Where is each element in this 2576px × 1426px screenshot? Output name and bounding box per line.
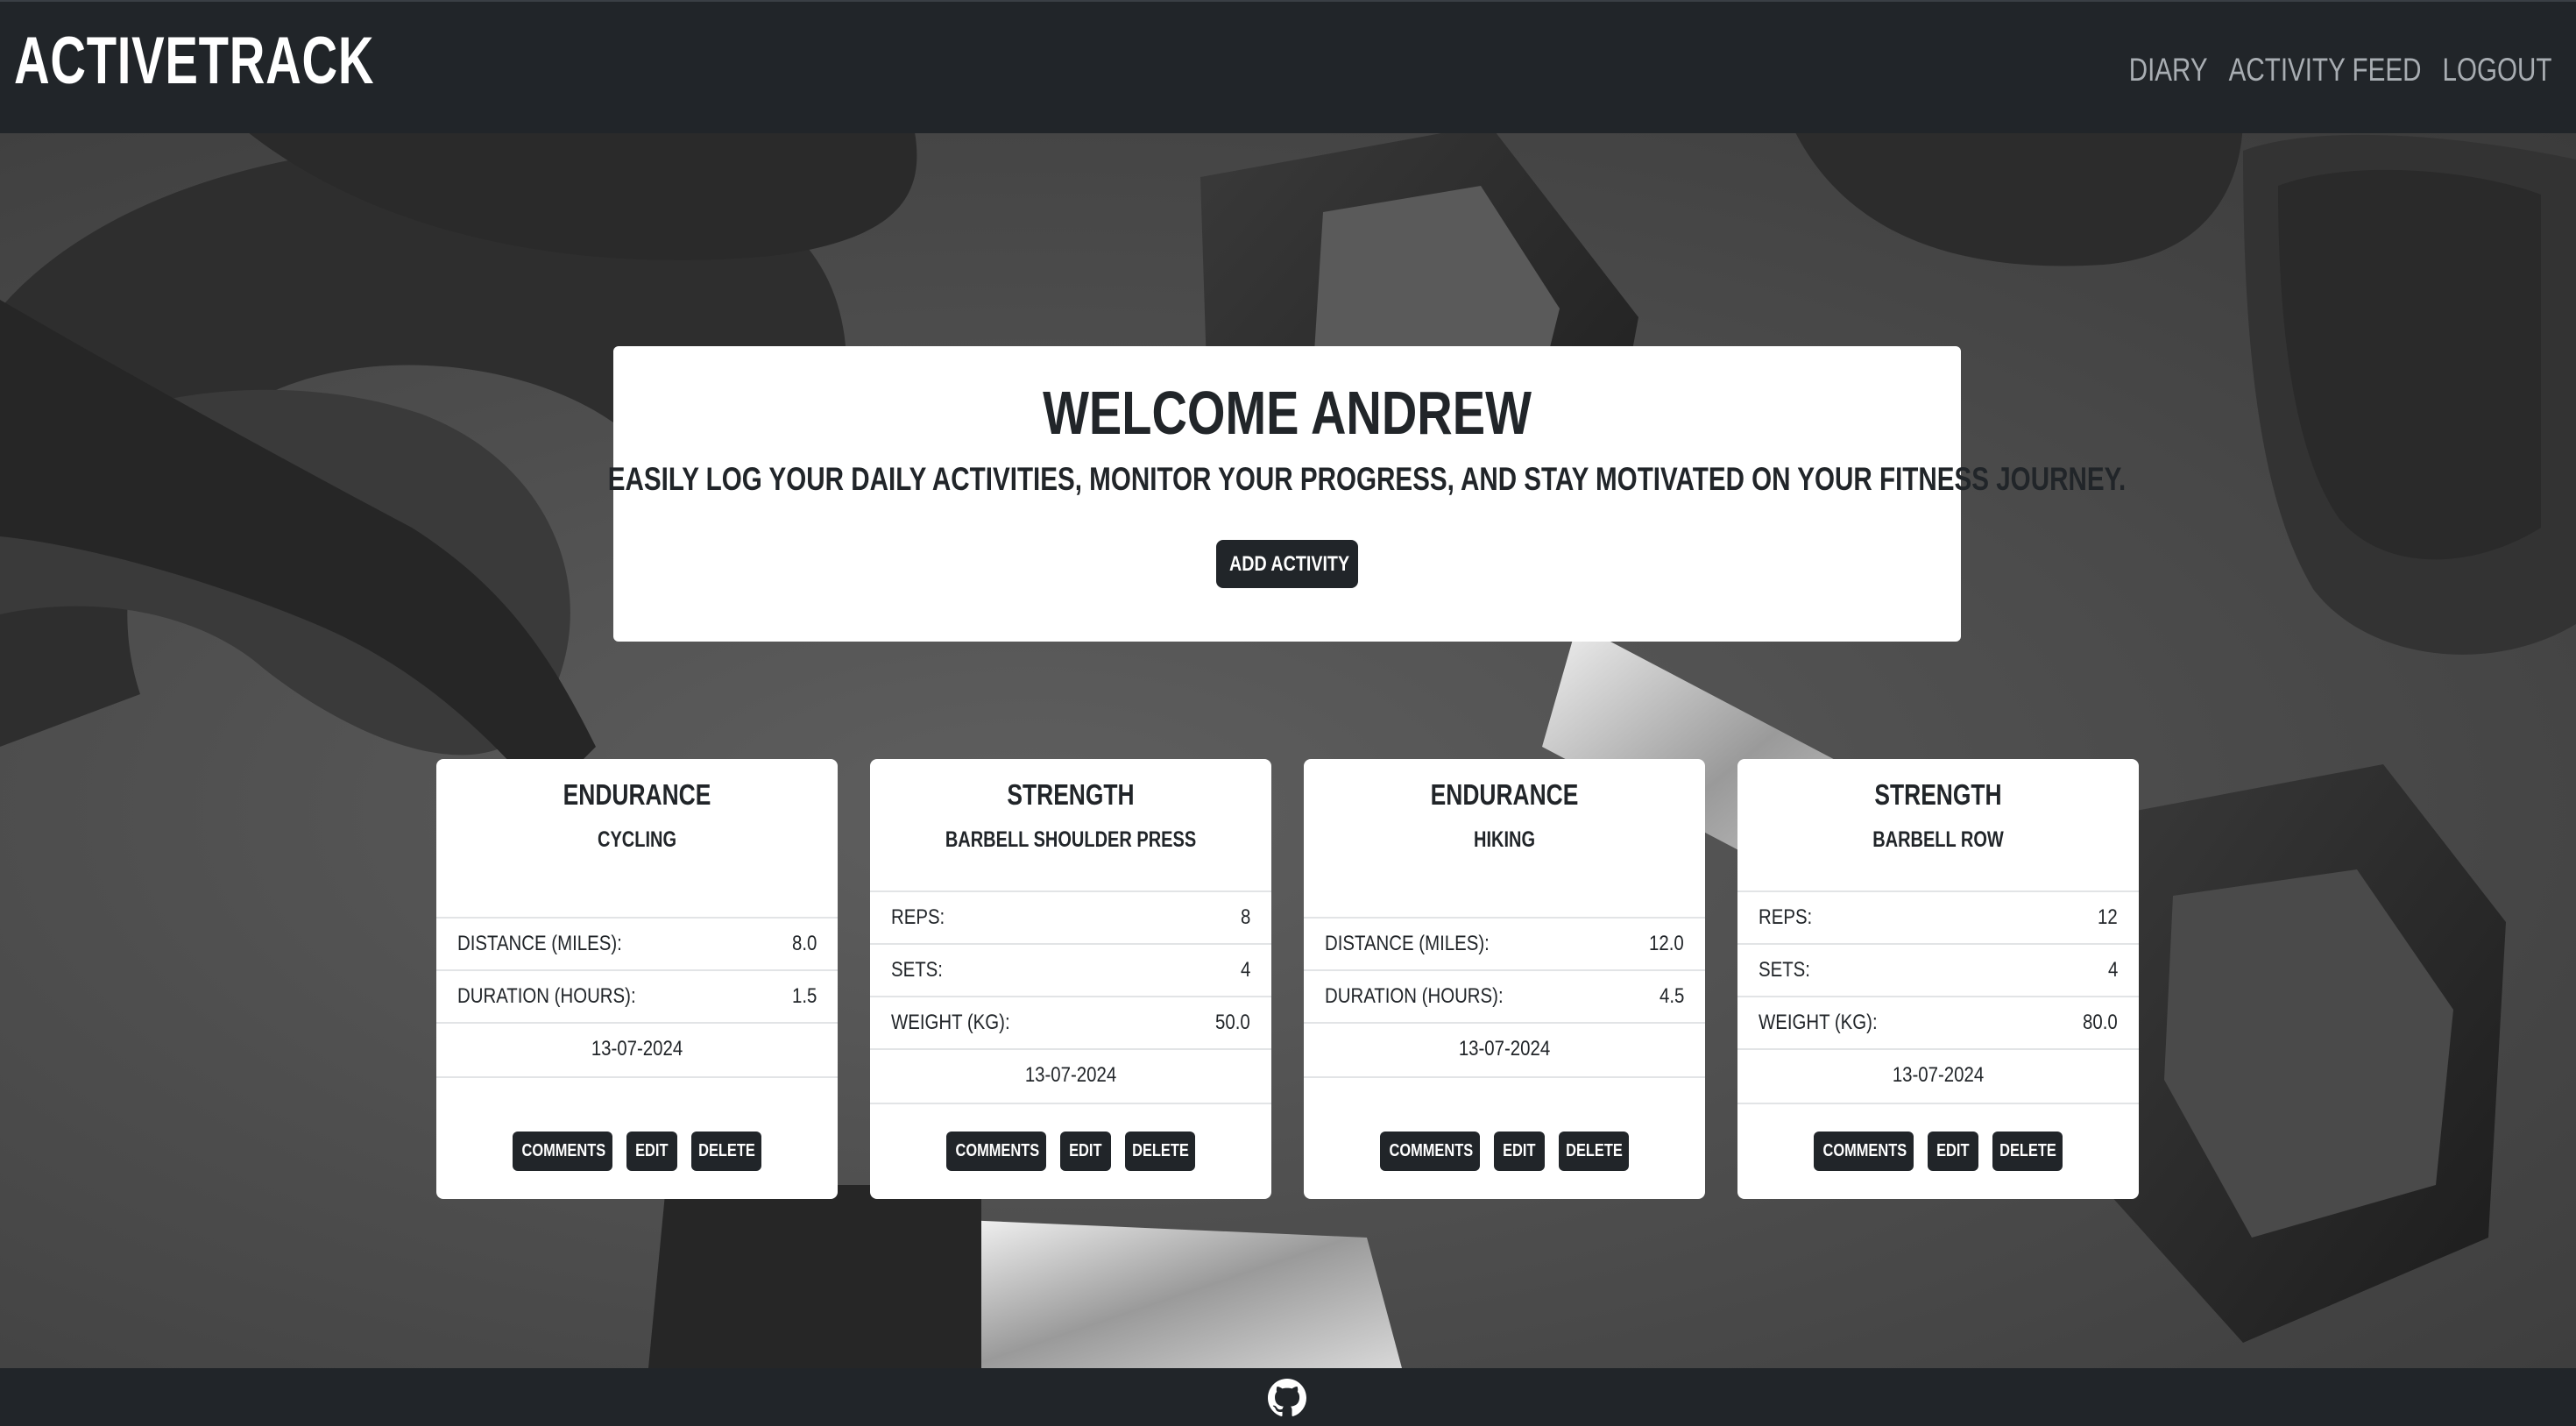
- hero-background: [0, 133, 2576, 1368]
- stat-value: 1.5: [791, 984, 817, 1008]
- activity-date: 13-07-2024: [1892, 1063, 1985, 1087]
- edit-button[interactable]: EDIT: [626, 1132, 677, 1171]
- activity-type: STRENGTH: [1007, 778, 1135, 811]
- welcome-title: WELCOME ANDREW: [1043, 379, 1532, 447]
- stat-label: REPS:: [891, 905, 945, 929]
- stat-value: 4: [2107, 958, 2118, 982]
- date-row: 13-07-2024: [870, 1048, 1271, 1101]
- activity-name: CYCLING: [598, 827, 676, 852]
- card-divider: [1304, 1076, 1705, 1078]
- comments-button[interactable]: COMMENTS: [1814, 1132, 1914, 1171]
- navbar: ACTIVETRACK DIARY ACTIVITY FEED LOGOUT: [0, 0, 2576, 133]
- edit-label: EDIT: [635, 1141, 669, 1160]
- comments-label: COMMENTS: [1389, 1141, 1474, 1160]
- activity-card: ENDURANCE HIKING DISTANCE (MILES): 12.0 …: [1304, 759, 1705, 1199]
- card-button-group: COMMENTS EDIT DELETE: [1737, 1132, 2139, 1171]
- edit-label: EDIT: [1936, 1141, 1970, 1160]
- footer: [0, 1368, 2576, 1426]
- stat-row: REPS: 12: [1737, 890, 2139, 943]
- date-row: 13-07-2024: [1304, 1022, 1705, 1075]
- activity-type: ENDURANCE: [563, 778, 711, 811]
- add-activity-label: ADD ACTIVITY: [1229, 552, 1350, 576]
- stat-row: SETS: 4: [1737, 943, 2139, 996]
- stat-value: 8: [1240, 905, 1250, 929]
- activity-name: BARBELL ROW: [1872, 827, 2004, 852]
- nav-link-activity-feed[interactable]: ACTIVITY FEED: [2228, 51, 2421, 89]
- stat-row: DISTANCE (MILES): 12.0: [1304, 917, 1705, 969]
- activity-type: STRENGTH: [1874, 778, 2002, 811]
- stat-row: DURATION (HOURS): 4.5: [1304, 969, 1705, 1022]
- stat-value: 4: [1240, 958, 1250, 982]
- comments-label: COMMENTS: [955, 1141, 1040, 1160]
- edit-button[interactable]: EDIT: [1494, 1132, 1545, 1171]
- delete-button[interactable]: DELETE: [1559, 1132, 1629, 1171]
- activity-card: STRENGTH BARBELL ROW REPS: 12 SETS: 4 WE…: [1737, 759, 2139, 1199]
- edit-button[interactable]: EDIT: [1928, 1132, 1978, 1171]
- welcome-card: WELCOME ANDREW EASILY LOG YOUR DAILY ACT…: [608, 346, 2126, 642]
- stat-value: 12.0: [1649, 932, 1684, 955]
- gym-equipment-background: [0, 133, 2576, 1368]
- delete-button[interactable]: DELETE: [691, 1132, 761, 1171]
- stat-label: WEIGHT (KG):: [891, 1011, 1010, 1034]
- delete-label: DELETE: [1999, 1141, 2056, 1160]
- comments-label: COMMENTS: [1822, 1141, 1907, 1160]
- activity-card: STRENGTH BARBELL SHOULDER PRESS REPS: 8 …: [870, 759, 1271, 1199]
- comments-label: COMMENTS: [521, 1141, 606, 1160]
- comments-button[interactable]: COMMENTS: [1380, 1132, 1480, 1171]
- stat-row: SETS: 4: [870, 943, 1271, 996]
- card-divider: [870, 1103, 1271, 1104]
- stat-value: 50.0: [1215, 1011, 1250, 1034]
- edit-button[interactable]: EDIT: [1060, 1132, 1111, 1171]
- add-activity-button[interactable]: ADD ACTIVITY: [1216, 540, 1358, 588]
- stat-value: 8.0: [791, 932, 817, 955]
- stat-label: REPS:: [1759, 905, 1813, 929]
- welcome-subtitle: EASILY LOG YOUR DAILY ACTIVITIES, MONITO…: [607, 461, 2127, 497]
- card-button-group: COMMENTS EDIT DELETE: [870, 1132, 1271, 1171]
- activity-name: HIKING: [1474, 827, 1535, 852]
- delete-label: DELETE: [697, 1141, 755, 1160]
- edit-label: EDIT: [1069, 1141, 1102, 1160]
- date-row: 13-07-2024: [1737, 1048, 2139, 1101]
- stat-label: DISTANCE (MILES):: [1325, 932, 1490, 955]
- stat-row: DISTANCE (MILES): 8.0: [436, 917, 838, 969]
- stat-value: 12: [2098, 905, 2118, 929]
- stat-value: 80.0: [2083, 1011, 2118, 1034]
- brand-logo[interactable]: ACTIVETRACK: [14, 25, 374, 98]
- delete-button[interactable]: DELETE: [1125, 1132, 1195, 1171]
- activity-date: 13-07-2024: [1024, 1063, 1117, 1087]
- nav-link-diary[interactable]: DIARY: [2128, 51, 2207, 89]
- card-button-group: COMMENTS EDIT DELETE: [1304, 1132, 1705, 1171]
- activity-type: ENDURANCE: [1430, 778, 1579, 811]
- stat-label: DISTANCE (MILES):: [457, 932, 622, 955]
- stat-value: 4.5: [1659, 984, 1684, 1008]
- stat-row: WEIGHT (KG): 80.0: [1737, 996, 2139, 1048]
- nav-links: DIARY ACTIVITY FEED LOGOUT: [2107, 51, 2551, 89]
- card-button-group: COMMENTS EDIT DELETE: [436, 1132, 838, 1171]
- stat-label: WEIGHT (KG):: [1759, 1011, 1878, 1034]
- nav-link-logout[interactable]: LOGOUT: [2442, 51, 2551, 89]
- stat-label: SETS:: [1759, 958, 1810, 982]
- comments-button[interactable]: COMMENTS: [946, 1132, 1046, 1171]
- card-divider: [1737, 1103, 2139, 1104]
- comments-button[interactable]: COMMENTS: [513, 1132, 612, 1171]
- activity-card: ENDURANCE CYCLING DISTANCE (MILES): 8.0 …: [436, 759, 838, 1199]
- delete-label: DELETE: [1131, 1141, 1189, 1160]
- github-icon[interactable]: [1268, 1379, 1306, 1417]
- stat-label: DURATION (HOURS):: [457, 984, 636, 1008]
- delete-label: DELETE: [1565, 1141, 1623, 1160]
- stat-label: SETS:: [891, 958, 943, 982]
- date-row: 13-07-2024: [436, 1022, 838, 1075]
- stat-row: REPS: 8: [870, 890, 1271, 943]
- activity-date: 13-07-2024: [591, 1037, 683, 1061]
- edit-label: EDIT: [1503, 1141, 1536, 1160]
- activity-date: 13-07-2024: [1458, 1037, 1551, 1061]
- stat-label: DURATION (HOURS):: [1325, 984, 1504, 1008]
- stat-row: DURATION (HOURS): 1.5: [436, 969, 838, 1022]
- delete-button[interactable]: DELETE: [1992, 1132, 2063, 1171]
- stat-row: WEIGHT (KG): 50.0: [870, 996, 1271, 1048]
- card-divider: [436, 1076, 838, 1078]
- activity-name: BARBELL SHOULDER PRESS: [945, 827, 1197, 852]
